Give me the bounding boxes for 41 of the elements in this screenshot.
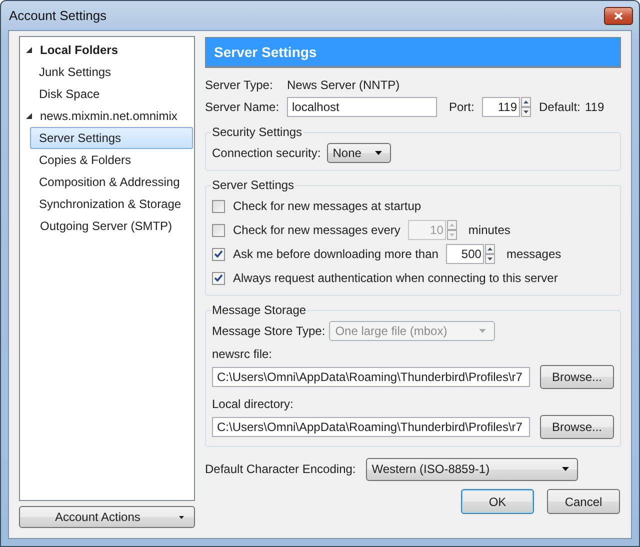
tree-item[interactable]: Outgoing Server (SMTP) — [31, 215, 182, 237]
tree-item[interactable]: Disk Space — [30, 83, 193, 105]
field-label: Server Type: — [205, 78, 274, 92]
tree-item[interactable]: Junk Settings — [30, 61, 193, 83]
tree-item[interactable]: news.mixmin.net.omnimix — [31, 105, 186, 127]
browse-button[interactable]: Browse... — [540, 365, 614, 389]
browse-button[interactable]: Browse... — [540, 415, 614, 439]
field-label: Port: — [449, 100, 476, 114]
field-label: Connection security: — [212, 146, 321, 160]
tree-item[interactable]: Local Folders — [31, 39, 128, 61]
path-field[interactable]: C:\Users\Omni\AppData\Roaming\Thunderbird\Profiles\r7 — [212, 367, 530, 387]
field-label: Server Name: — [205, 100, 280, 114]
checkbox-label: Ask me before downloading more than — [233, 247, 438, 261]
server-name-field[interactable]: localhost — [287, 97, 437, 117]
group-title: Message Storage — [211, 303, 308, 317]
field-label: Message Store Type: — [212, 324, 326, 338]
field-label: newsrc file: — [212, 347, 272, 361]
tree-item[interactable]: Synchronization & Storage — [30, 193, 193, 215]
tree-item[interactable]: Copies & Folders — [30, 149, 193, 171]
checkbox-label: Check for new messages every — [233, 223, 400, 237]
tree-item[interactable]: Composition & Addressing — [30, 171, 193, 193]
field-label: Default: — [539, 100, 582, 114]
group-title: Server Settings — [211, 178, 296, 192]
path-field[interactable]: C:\Users\Omni\AppData\Roaming\Thunderbird\Profiles\r7 — [212, 417, 530, 437]
page-header: Server Settings — [205, 37, 621, 68]
group-title: Security Settings — [211, 125, 304, 139]
dialog-button[interactable]: OK — [461, 489, 534, 514]
unit-label: minutes — [468, 223, 510, 237]
field-value: 119 — [585, 100, 604, 114]
dialog-button[interactable]: Cancel — [547, 489, 620, 514]
checkbox-label: Always request authentication when connecting to this server — [233, 271, 558, 285]
encoding-dropdown[interactable]: Western (ISO-8859-1) — [366, 458, 578, 480]
account-actions-button[interactable]: Account Actions — [19, 506, 195, 528]
connection-security-dropdown[interactable]: None — [326, 143, 391, 163]
checkbox-label: Check for new messages at startup — [233, 199, 422, 213]
unit-label: messages — [506, 247, 562, 261]
field-value: News Server (NNTP) — [287, 78, 400, 92]
field-label: Local directory: — [212, 397, 294, 411]
field-label: Default Character Encoding: — [205, 462, 356, 476]
window-title: Account Settings — [9, 8, 108, 23]
tree-item[interactable]: Server Settings — [30, 127, 193, 149]
